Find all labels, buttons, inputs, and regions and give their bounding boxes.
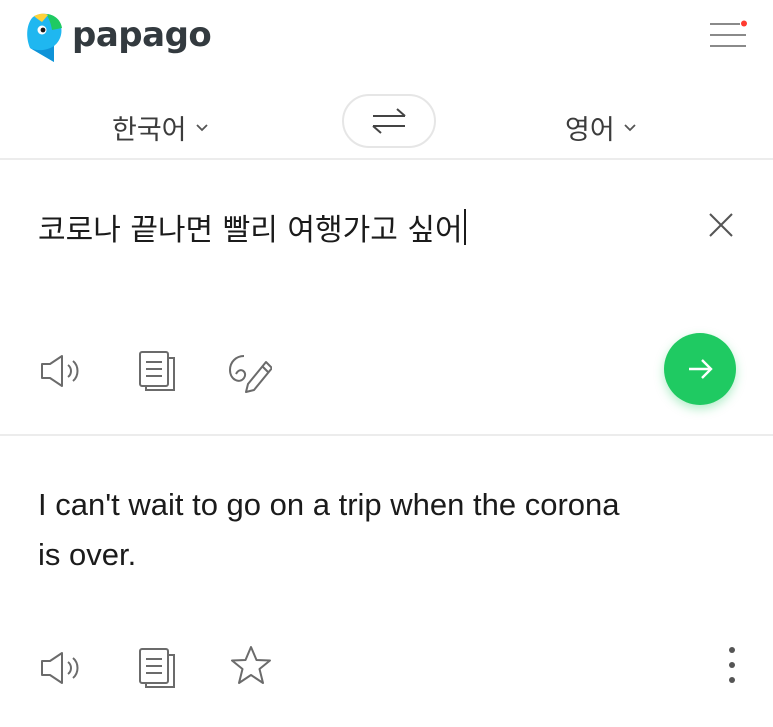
copy-icon[interactable] [134, 348, 180, 394]
source-language-selector[interactable]: 한국어 [112, 108, 209, 147]
chevron-down-icon [624, 123, 636, 131]
notification-dot [741, 20, 747, 27]
copy-icon[interactable] [134, 645, 180, 691]
handwriting-pen-icon[interactable] [226, 348, 272, 394]
star-icon[interactable] [228, 643, 274, 689]
swap-languages-button[interactable] [342, 94, 436, 148]
brand-name: papago [72, 15, 212, 55]
divider [0, 158, 773, 160]
chevron-down-icon [195, 123, 208, 131]
target-language-selector[interactable]: 영어 [565, 108, 637, 147]
text-caret [463, 209, 466, 245]
source-text: 코로나 끝나면 빨리 여행가고 싶어 [38, 213, 463, 248]
close-icon[interactable] [706, 210, 736, 240]
speaker-icon[interactable] [38, 348, 84, 394]
language-bar: 한국어 영어 [0, 88, 773, 158]
speaker-icon[interactable] [38, 645, 84, 691]
swap-arrows-icon [372, 108, 406, 134]
hamburger-menu-icon[interactable] [706, 20, 750, 50]
translate-button[interactable] [664, 333, 736, 405]
source-text-input[interactable]: 코로나 끝나면 빨리 여행가고 싶어 [38, 205, 466, 249]
target-language-label: 영어 [565, 115, 615, 146]
more-vertical-icon[interactable] [718, 642, 746, 688]
app-header: papago [0, 0, 773, 78]
divider [0, 434, 773, 436]
source-language-label: 한국어 [112, 115, 187, 146]
translated-text: I can't wait to go on a trip when the co… [38, 487, 620, 572]
papago-logo-icon [27, 13, 62, 63]
arrow-right-icon [689, 359, 713, 379]
